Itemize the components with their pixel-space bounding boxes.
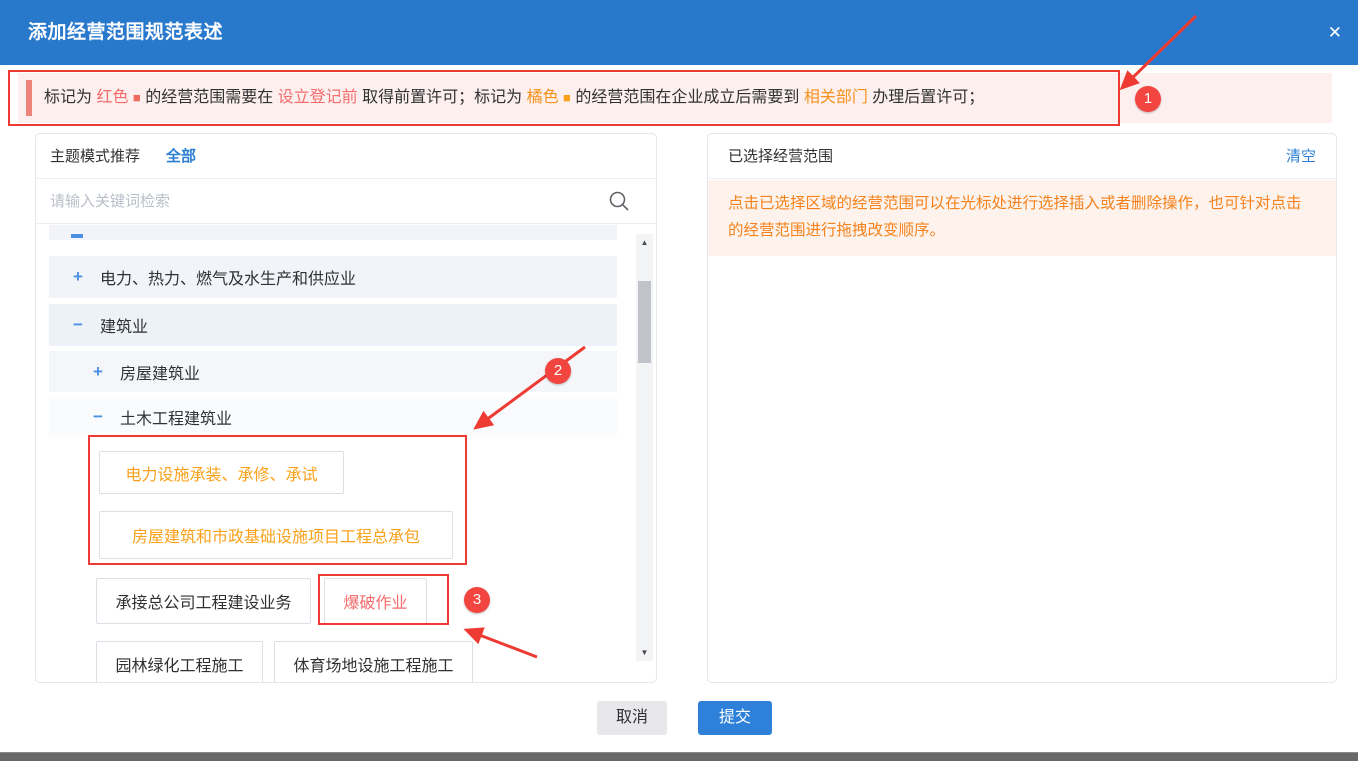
tree-row-construction[interactable]: − 建筑业 bbox=[49, 304, 617, 346]
tree-scrollbar[interactable]: ▲ ▼ bbox=[636, 234, 653, 661]
notice-orange-emphasis: 相关部门 bbox=[804, 89, 868, 106]
tree-row-housing-construction[interactable]: + 房屋建筑业 bbox=[49, 351, 617, 392]
scope-catalog-panel: 主题模式推荐 全部 + 电力、热力、燃气及水生产和供应业 − 建筑业 + 房屋建… bbox=[35, 133, 657, 683]
scope-chip-blasting-operation[interactable]: 爆破作业 bbox=[324, 578, 427, 624]
selected-scope-header: 已选择经营范围 清空 bbox=[708, 134, 1336, 179]
notice-red-label: 红色 bbox=[96, 89, 132, 106]
selected-scope-hint: 点击已选择区域的经营范围可以在光标处进行选择插入或者删除操作，也可针对点击的经营… bbox=[708, 180, 1336, 256]
notice-seg: 的经营范围需要在 bbox=[141, 89, 278, 106]
scrollbar-down-icon[interactable]: ▼ bbox=[636, 644, 653, 661]
scope-chip-power-facility[interactable]: 电力设施承装、承修、承试 bbox=[99, 451, 344, 494]
notice-orange-label: 橘色 bbox=[527, 89, 563, 106]
notice-text: 标记为 红色 ■ 的经营范围需要在 设立登记前 取得前置许可；标记为 橘色 ■ … bbox=[44, 73, 984, 123]
cancel-button[interactable]: 取消 bbox=[597, 701, 667, 735]
tree-row-label: 房屋建筑业 bbox=[120, 360, 200, 384]
window-bottom-edge bbox=[0, 752, 1358, 761]
scrollbar-up-icon[interactable]: ▲ bbox=[636, 234, 653, 251]
close-icon[interactable]: ✕ bbox=[1328, 0, 1342, 65]
plus-icon[interactable]: + bbox=[69, 267, 87, 287]
tree-row-label: 电力、热力、燃气及水生产和供应业 bbox=[100, 265, 356, 289]
modal-title: 添加经营范围规范表述 bbox=[28, 0, 223, 65]
catalog-tabs: 主题模式推荐 全部 bbox=[36, 134, 656, 179]
tree-row-label: 建筑业 bbox=[100, 313, 148, 337]
search-input[interactable] bbox=[50, 186, 590, 217]
notice-accent-bar bbox=[26, 80, 32, 116]
selected-scope-panel: 已选择经营范围 清空 点击已选择区域的经营范围可以在光标处进行选择插入或者删除操… bbox=[707, 133, 1337, 683]
keyword-search-bar bbox=[36, 179, 656, 224]
orange-square-icon: ■ bbox=[563, 90, 571, 105]
notice-red-emphasis: 设立登记前 bbox=[278, 89, 358, 106]
license-notice-bar: 标记为 红色 ■ 的经营范围需要在 设立登记前 取得前置许可；标记为 橘色 ■ … bbox=[18, 73, 1332, 123]
plus-icon bbox=[71, 234, 83, 238]
plus-icon[interactable]: + bbox=[89, 362, 107, 382]
minus-icon[interactable]: − bbox=[69, 315, 87, 335]
clear-all-link[interactable]: 清空 bbox=[1286, 134, 1316, 179]
scrollbar-thumb[interactable] bbox=[638, 281, 651, 363]
tab-theme-recommend[interactable]: 主题模式推荐 bbox=[50, 134, 140, 179]
add-business-scope-modal: 添加经营范围规范表述 ✕ 标记为 红色 ■ 的经营范围需要在 设立登记前 取得前… bbox=[0, 0, 1358, 761]
tree-row-label: 土木工程建筑业 bbox=[120, 405, 232, 429]
tree-row-partial bbox=[49, 225, 617, 240]
search-icon[interactable] bbox=[608, 190, 630, 212]
tree-row-power-heat-gas-water[interactable]: + 电力、热力、燃气及水生产和供应业 bbox=[49, 256, 617, 298]
notice-seg: 办理后置许可； bbox=[868, 89, 984, 106]
scope-chip-general-contracting[interactable]: 房屋建筑和市政基础设施项目工程总承包 bbox=[99, 511, 453, 559]
notice-seg: 取得前置许可；标记为 bbox=[358, 89, 527, 106]
selected-scope-title: 已选择经营范围 bbox=[728, 134, 833, 179]
notice-seg: 的经营范围在企业成立后需要到 bbox=[571, 89, 804, 106]
notice-seg: 标记为 bbox=[44, 89, 96, 106]
modal-header: 添加经营范围规范表述 ✕ bbox=[0, 0, 1358, 65]
scope-chip-sports-facility[interactable]: 体育场地设施工程施工 bbox=[274, 641, 473, 683]
tree-row-civil-engineering[interactable]: − 土木工程建筑业 bbox=[49, 397, 617, 437]
scope-chip-landscaping[interactable]: 园林绿化工程施工 bbox=[96, 641, 263, 683]
minus-icon[interactable]: − bbox=[89, 407, 107, 427]
submit-button[interactable]: 提交 bbox=[698, 701, 772, 735]
scope-chip-head-office-projects[interactable]: 承接总公司工程建设业务 bbox=[96, 578, 311, 624]
tab-all[interactable]: 全部 bbox=[166, 134, 196, 179]
red-square-icon: ■ bbox=[133, 90, 141, 105]
